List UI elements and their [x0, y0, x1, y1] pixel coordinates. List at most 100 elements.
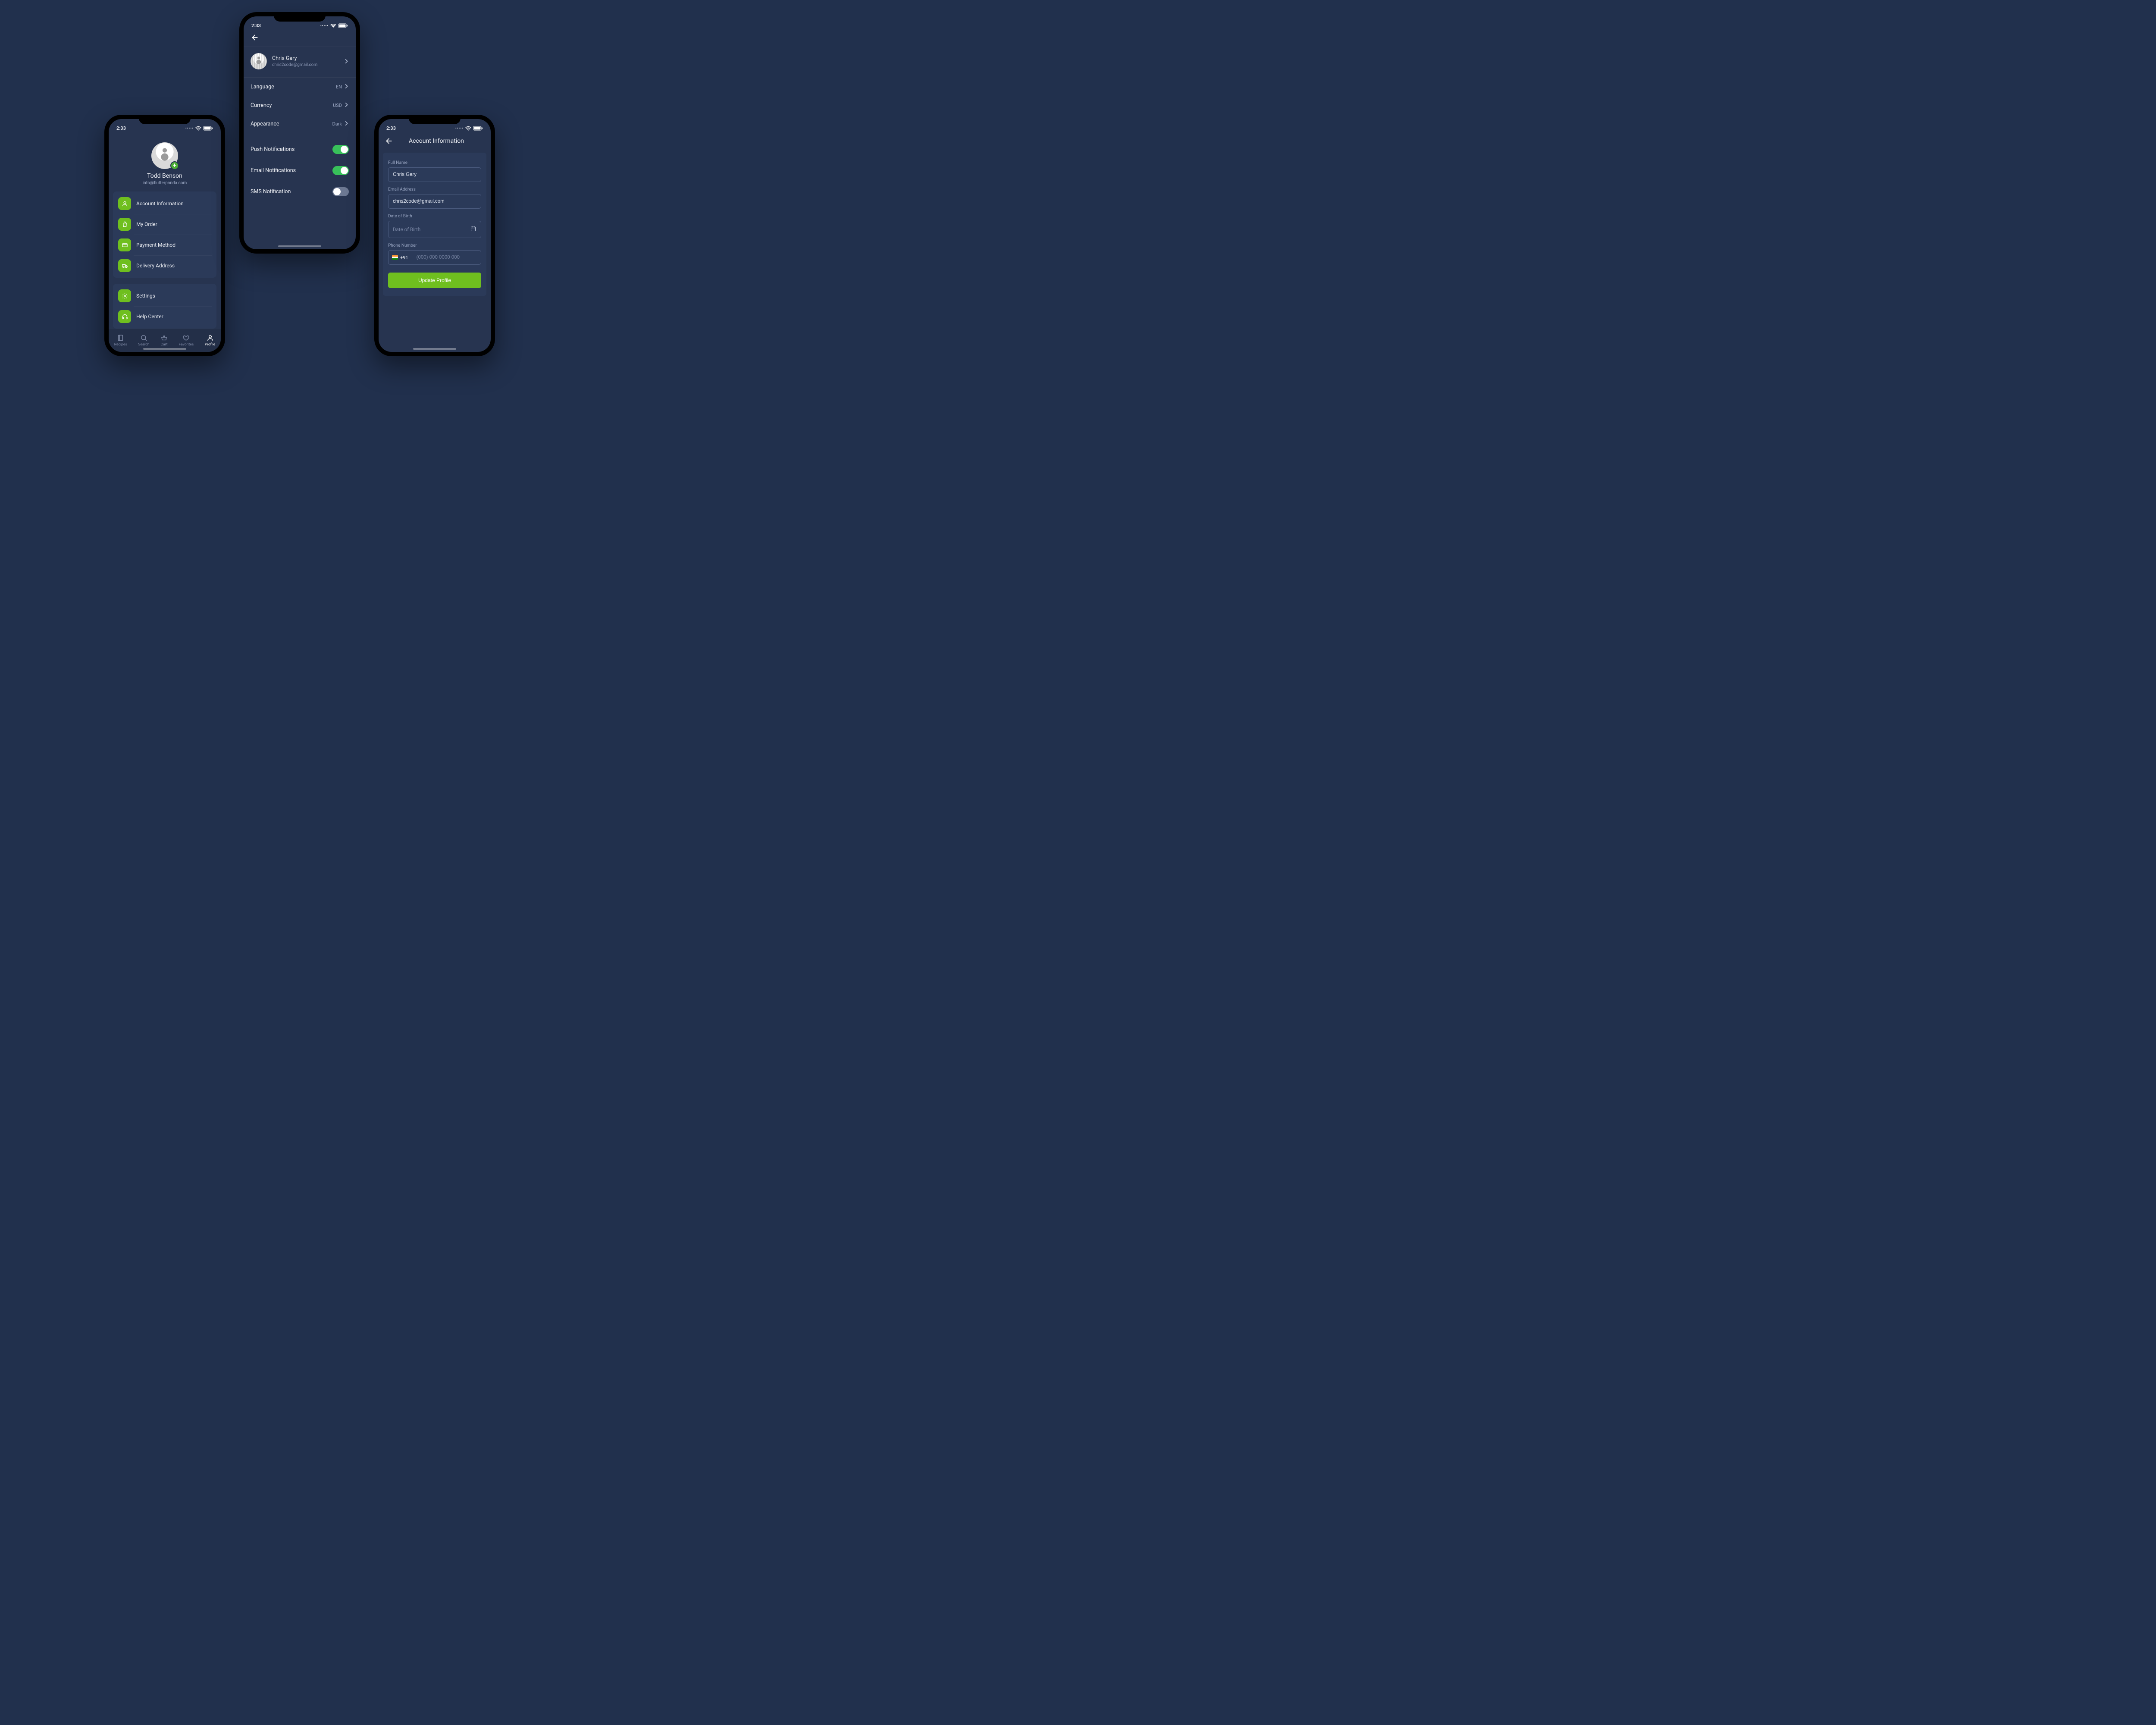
setting-label: Language	[251, 84, 274, 90]
country-code-selector[interactable]: +91	[388, 250, 412, 265]
cell-signal-icon: •••••	[320, 24, 329, 28]
chevron-right-icon	[345, 57, 349, 66]
label-dob: Date of Birth	[388, 214, 481, 219]
notch	[409, 115, 461, 124]
status-time: 2:33	[116, 125, 126, 131]
status-time: 2:33	[386, 125, 396, 131]
input-full-name[interactable]	[388, 167, 481, 182]
input-dob[interactable]: Date of Birth	[388, 221, 481, 238]
phone-settings: 2:33 ••••• Chris Gary chris2code@gmail.c…	[239, 12, 360, 254]
wifi-icon	[195, 125, 202, 131]
profile-email: info@flutterpanda.com	[109, 181, 221, 185]
tab-label: Cart	[161, 342, 168, 347]
update-profile-button[interactable]: Update Profile	[388, 273, 481, 288]
toggle-email-notifications[interactable]	[332, 166, 349, 175]
menu-group-account: Account Information My Order Payment Met…	[113, 191, 216, 278]
basket-icon	[160, 334, 168, 342]
toggle-sms-notification[interactable]	[332, 187, 349, 196]
user-icon	[118, 197, 131, 210]
input-email[interactable]	[388, 194, 481, 209]
country-code: +91	[400, 255, 408, 260]
search-icon	[140, 334, 147, 342]
home-indicator	[413, 348, 456, 350]
battery-icon	[338, 22, 348, 29]
tab-search[interactable]: Search	[138, 334, 149, 347]
dob-placeholder: Date of Birth	[393, 226, 420, 232]
truck-icon	[118, 259, 131, 272]
settings-user-name: Chris Gary	[272, 55, 317, 62]
calendar-icon	[470, 226, 476, 233]
setting-appearance[interactable]: Appearance Dark	[244, 115, 356, 133]
tab-label: Profile	[205, 342, 215, 347]
menu-label: Settings	[136, 293, 155, 299]
heart-icon	[182, 334, 190, 342]
menu-group-other: Settings Help Center	[113, 284, 216, 329]
profile-name: Todd Benson	[109, 172, 221, 179]
tab-cart[interactable]: Cart	[160, 334, 168, 347]
battery-icon	[203, 125, 213, 132]
menu-label: Payment Method	[136, 242, 175, 248]
wifi-icon	[330, 22, 337, 28]
setting-label: SMS Notification	[251, 188, 291, 195]
setting-push-notifications: Push Notifications	[244, 139, 356, 160]
phone-profile: 2:33 ••••• + Todd Benson info@flutterpan…	[104, 115, 225, 356]
page-title: Account Information	[388, 138, 485, 144]
cell-signal-icon: •••••	[185, 126, 194, 130]
settings-user-email: chris2code@gmail.com	[272, 63, 317, 67]
menu-label: My Order	[136, 221, 157, 227]
tab-profile[interactable]: Profile	[205, 334, 215, 347]
setting-value: USD	[333, 103, 342, 108]
flag-india-icon	[392, 255, 398, 260]
setting-language[interactable]: Language EN	[244, 78, 356, 96]
setting-sms-notification: SMS Notification	[244, 181, 356, 202]
menu-settings[interactable]: Settings	[113, 285, 216, 306]
tab-label: Recipes	[114, 342, 127, 347]
settings-profile-row[interactable]: Chris Gary chris2code@gmail.com	[244, 47, 356, 78]
setting-label: Email Notifications	[251, 167, 296, 174]
menu-help-center[interactable]: Help Center	[113, 306, 216, 327]
tab-label: Favorites	[179, 342, 194, 347]
setting-label: Currency	[251, 102, 272, 109]
menu-delivery-address[interactable]: Delivery Address	[113, 255, 216, 276]
setting-currency[interactable]: Currency USD	[244, 96, 356, 115]
toggle-push-notifications[interactable]	[332, 145, 349, 154]
chevron-right-icon	[345, 84, 349, 90]
tab-label: Search	[138, 342, 149, 347]
tab-favorites[interactable]: Favorites	[179, 334, 194, 347]
label-phone: Phone Number	[388, 243, 481, 248]
wifi-icon	[465, 125, 472, 131]
notch	[139, 115, 191, 124]
label-email: Email Address	[388, 187, 481, 192]
menu-label: Delivery Address	[136, 263, 175, 269]
bag-icon	[118, 218, 131, 231]
home-indicator	[278, 245, 321, 247]
gear-icon	[118, 289, 131, 302]
menu-my-order[interactable]: My Order	[113, 214, 216, 235]
menu-label: Account Information	[136, 201, 184, 207]
label-full-name: Full Name	[388, 160, 481, 165]
avatar	[251, 53, 267, 69]
card-icon	[118, 238, 131, 251]
cell-signal-icon: •••••	[455, 126, 464, 130]
setting-value: Dark	[332, 121, 342, 127]
setting-label: Push Notifications	[251, 146, 295, 153]
setting-email-notifications: Email Notifications	[244, 160, 356, 181]
add-photo-button[interactable]: +	[170, 161, 179, 170]
chevron-right-icon	[345, 102, 349, 109]
home-indicator	[143, 348, 186, 350]
menu-payment-method[interactable]: Payment Method	[113, 235, 216, 255]
back-button[interactable]	[251, 34, 259, 41]
notch	[274, 12, 326, 22]
setting-value: EN	[336, 84, 342, 90]
battery-icon	[473, 125, 483, 132]
headphones-icon	[118, 310, 131, 323]
setting-label: Appearance	[251, 121, 279, 127]
user-icon	[207, 334, 214, 342]
avatar[interactable]: +	[151, 142, 178, 169]
menu-account-information[interactable]: Account Information	[113, 193, 216, 214]
menu-label: Help Center	[136, 314, 163, 320]
input-phone[interactable]	[412, 250, 481, 265]
tab-recipes[interactable]: Recipes	[114, 334, 127, 347]
phone-account-info: 2:33 ••••• Account Information Full Name…	[374, 115, 495, 356]
account-form: Full Name Email Address Date of Birth Da…	[383, 153, 486, 296]
